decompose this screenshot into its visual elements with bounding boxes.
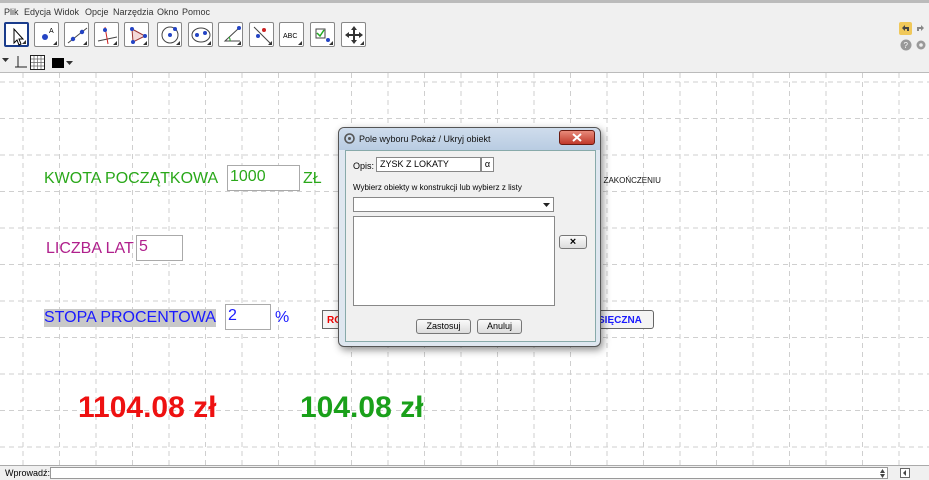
menu-help[interactable]: Pomoc: [182, 7, 210, 17]
help-icon: ?: [900, 39, 912, 51]
svg-text:?: ?: [904, 41, 909, 50]
undo-icon: [899, 22, 912, 35]
undo-button[interactable]: [899, 22, 912, 35]
gear-icon: [344, 133, 355, 144]
alpha-button[interactable]: α: [481, 157, 494, 172]
redo-icon: [917, 25, 924, 31]
input-history-icon[interactable]: [879, 469, 886, 478]
move-view-tool[interactable]: [341, 22, 366, 47]
partial-description-text: EJ ZAKOŃCZENIU: [592, 176, 661, 185]
dialog-close-button[interactable]: [559, 130, 595, 145]
angle-tool[interactable]: [218, 22, 243, 47]
apply-button[interactable]: Zastosuj: [416, 319, 471, 334]
close-icon: [572, 133, 582, 142]
style-bar-toggle-icon[interactable]: [2, 56, 10, 64]
color-picker[interactable]: [52, 58, 64, 68]
menu-file[interactable]: Plik: [4, 7, 19, 17]
lata-label: LICZBA LAT: [46, 240, 134, 257]
objects-list[interactable]: [353, 216, 555, 306]
checkbox-tool[interactable]: [310, 22, 335, 47]
menu-window[interactable]: Okno: [157, 7, 179, 17]
style-bar: [0, 54, 929, 73]
input-help-icon[interactable]: [900, 468, 910, 478]
help-button[interactable]: ?: [900, 38, 912, 51]
toolbar: A ABC ?: [0, 20, 929, 54]
settings-button[interactable]: [915, 38, 927, 50]
dialog-title: Pole wyboru Pokaż / Ukryj obiekt: [359, 134, 491, 144]
remove-object-button[interactable]: ×: [559, 235, 587, 249]
menu-options[interactable]: Opcje: [85, 7, 109, 17]
select-objects-label: Wybierz obiekty w konstrukcji lub wybier…: [353, 183, 522, 192]
stopa-unit: %: [275, 309, 290, 326]
input-bar: Wprowadź:: [0, 465, 929, 480]
kwota-input[interactable]: 1000: [227, 165, 300, 191]
cancel-button[interactable]: Anuluj: [477, 319, 522, 334]
reflect-tool[interactable]: [249, 22, 274, 47]
result-total: 1104.08 zł: [78, 391, 217, 424]
menu-bar: Plik Edycja Widok Opcje Narzędzia Okno P…: [0, 0, 929, 20]
chevron-down-icon[interactable]: [66, 59, 74, 67]
kwota-label: KWOTA POCZĄTKOWA: [44, 170, 219, 187]
result-profit: 104.08 zł: [300, 391, 424, 424]
gear-icon: [916, 40, 926, 50]
menu-tools[interactable]: Narzędzia: [113, 7, 154, 17]
redo-button[interactable]: [914, 22, 927, 35]
axes-toggle-icon[interactable]: [14, 55, 28, 69]
grid-toggle-icon[interactable]: [30, 55, 45, 70]
input-bar-field[interactable]: [50, 467, 888, 479]
svg-text:A: A: [49, 28, 54, 35]
text-tool[interactable]: ABC: [279, 22, 304, 47]
menu-edit[interactable]: Edycja: [24, 7, 51, 17]
conic-tool[interactable]: [188, 22, 213, 47]
opis-input[interactable]: ZYSK Z LOKATY: [376, 157, 481, 172]
dialog-body: Opis: ZYSK Z LOKATY α Wybierz obiekty w …: [345, 150, 596, 342]
point-tool[interactable]: A: [34, 22, 59, 47]
stopa-label: STOPA PROCENTOWA: [44, 309, 216, 327]
perpendicular-tool[interactable]: [94, 22, 119, 47]
line-tool[interactable]: [64, 22, 89, 47]
opis-label: Opis:: [353, 161, 375, 171]
arrow-cursor-icon: [13, 27, 25, 46]
menu-view[interactable]: Widok: [54, 7, 79, 17]
circle-tool[interactable]: [157, 22, 182, 47]
move-tool[interactable]: [4, 22, 29, 47]
stopa-input[interactable]: 2: [225, 304, 271, 330]
dialog-titlebar: Pole wyboru Pokaż / Ukryj obiekt: [339, 128, 600, 150]
chevron-down-icon: [543, 203, 550, 207]
partial-button-right[interactable]: SIĘCZNA: [594, 310, 654, 329]
checkbox-dialog: Pole wyboru Pokaż / Ukryj obiekt Opis: Z…: [338, 127, 601, 347]
text-tool-label: ABC: [283, 33, 297, 40]
objects-dropdown[interactable]: [353, 197, 554, 212]
polygon-tool[interactable]: [124, 22, 149, 47]
input-bar-label: Wprowadź:: [5, 468, 51, 478]
lata-input[interactable]: 5: [136, 235, 183, 261]
kwota-unit: ZŁ: [303, 170, 322, 187]
